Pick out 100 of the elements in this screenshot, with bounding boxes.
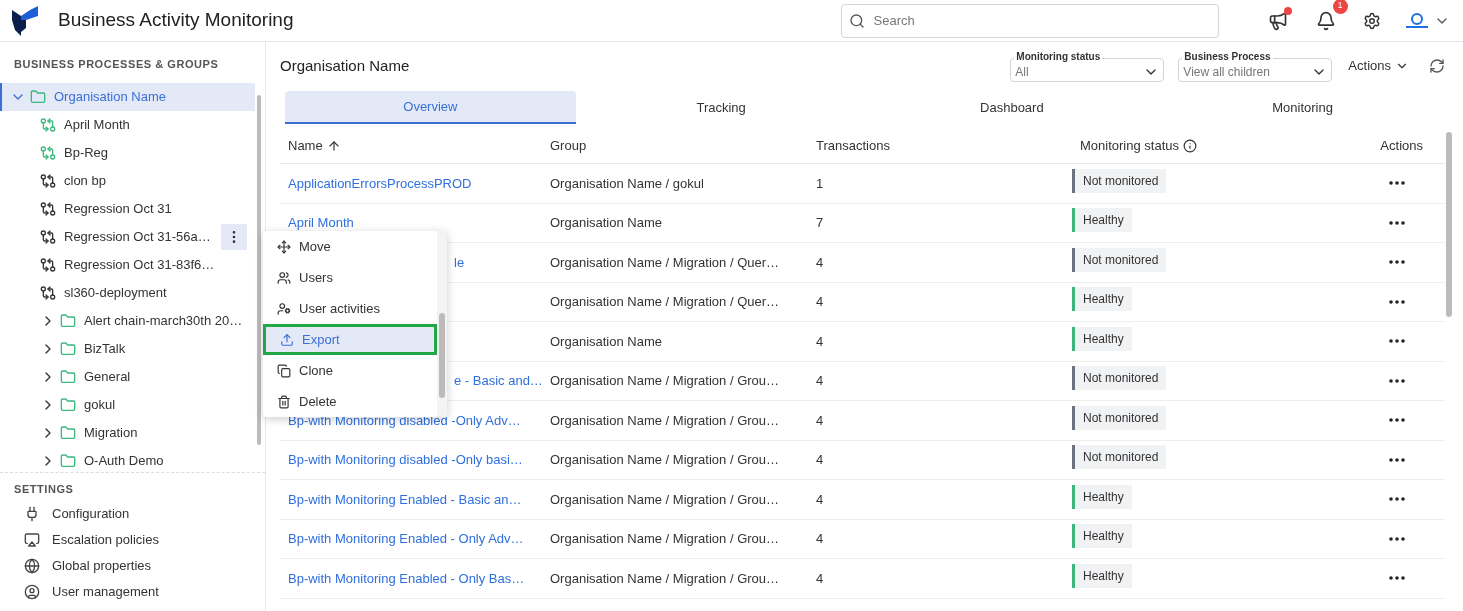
- folder-icon: [60, 312, 76, 329]
- transactions-cell: 4: [816, 491, 824, 507]
- status-badge: Healthy: [1072, 326, 1132, 351]
- tree-item[interactable]: April Month: [64, 114, 247, 135]
- status-badge: Not monitored: [1072, 445, 1167, 469]
- menu-item[interactable]: Move: [263, 231, 437, 262]
- ellipsis-icon: [1389, 339, 1405, 344]
- copy-icon: [277, 363, 291, 378]
- group-cell: Organisation Name / Migration / Grou…: [550, 531, 780, 546]
- tree-item[interactable]: Bp-Reg: [64, 142, 247, 163]
- status-badge: Healthy: [1072, 208, 1132, 232]
- folder-icon: [60, 424, 76, 441]
- refresh-icon: [1429, 58, 1445, 74]
- tree-item[interactable]: Regression Oct 31-83f6…: [64, 254, 247, 275]
- folder-icon: [60, 452, 76, 469]
- tree-item[interactable]: Migration: [0, 418, 255, 447]
- menu-item[interactable]: Export: [263, 324, 437, 355]
- more-button[interactable]: [1389, 536, 1405, 541]
- status-badge: Healthy: [1072, 287, 1132, 311]
- tab[interactable]: Tracking: [575, 91, 867, 124]
- process-link[interactable]: ApplicationErrorsProcessPROD: [288, 175, 472, 191]
- tab[interactable]: Dashboard: [866, 91, 1158, 124]
- transactions-cell: 1: [816, 175, 824, 191]
- notification-badge: 1: [1332, 0, 1348, 14]
- column-header[interactable]: Monitoring status: [1080, 135, 1179, 156]
- tree-item[interactable]: O-Auth Demo: [0, 446, 255, 472]
- settings-item[interactable]: Configuration: [52, 504, 130, 524]
- more-button[interactable]: [1389, 378, 1405, 383]
- more-button[interactable]: [1389, 220, 1405, 225]
- settings-icon: [1362, 11, 1381, 30]
- more-button[interactable]: [1389, 339, 1405, 344]
- column-header[interactable]: Transactions: [816, 135, 890, 156]
- tree-item[interactable]: Regression Oct 31-56a…: [64, 226, 213, 247]
- refresh-button[interactable]: [1429, 58, 1445, 74]
- user-icon: [24, 584, 40, 600]
- transactions-cell: 4: [816, 333, 824, 349]
- more-button[interactable]: [1389, 181, 1405, 186]
- status-badge: Not monitored: [1072, 366, 1167, 390]
- users-icon: [277, 270, 291, 285]
- column-header[interactable]: Name: [288, 135, 323, 156]
- tree-item[interactable]: sl360-deployment: [64, 282, 247, 303]
- megaphone-icon: [1267, 10, 1288, 31]
- more-button[interactable]: [1389, 457, 1405, 462]
- menu-item[interactable]: Users: [263, 262, 437, 293]
- actions-button[interactable]: Actions: [1348, 56, 1409, 76]
- folder-icon: [30, 88, 46, 105]
- menu-item[interactable]: Clone: [263, 355, 437, 386]
- field-label: Monitoring status: [1014, 51, 1103, 63]
- process-link[interactable]: April Month: [288, 215, 354, 230]
- transactions-cell: 4: [816, 412, 824, 428]
- search-field[interactable]: Search: [840, 3, 1219, 38]
- more-button[interactable]: [1389, 299, 1405, 304]
- menu-item[interactable]: User activities: [263, 293, 437, 324]
- transactions-cell: 4: [816, 531, 824, 546]
- transactions-cell: 7: [816, 215, 824, 230]
- menu-item[interactable]: Delete: [263, 386, 437, 417]
- folder-icon: [60, 340, 76, 357]
- column-header[interactable]: Group: [550, 135, 587, 156]
- more-button[interactable]: [1389, 418, 1405, 423]
- tree-item[interactable]: BizTalk: [0, 334, 255, 363]
- app-title: Business Activity Monitoring: [58, 8, 294, 33]
- ellipsis-icon: [1389, 576, 1405, 581]
- ellipsis-icon: [1389, 457, 1405, 462]
- tab[interactable]: Overview: [285, 91, 576, 124]
- process-link[interactable]: e - Basic and…: [454, 373, 543, 388]
- column-header[interactable]: Actions: [1380, 135, 1423, 156]
- tree-item[interactable]: General: [0, 362, 255, 391]
- ellipsis-icon: [1389, 220, 1405, 225]
- status-badge: Not monitored: [1072, 168, 1167, 193]
- sort-icon: [326, 138, 341, 153]
- ellipsis-icon: [1389, 181, 1405, 186]
- move-icon: [277, 239, 291, 254]
- ellipsis-icon: [1389, 418, 1405, 423]
- more-button[interactable]: [1389, 576, 1405, 581]
- scrollbar[interactable]: [437, 231, 447, 417]
- group-cell: Organisation Name / Migration / Quer…: [550, 254, 780, 270]
- tab[interactable]: Monitoring: [1157, 91, 1448, 124]
- status-badge: Healthy: [1072, 524, 1132, 548]
- transactions-cell: 4: [816, 570, 824, 586]
- process-link[interactable]: Bp-with Monitoring Enabled - Basic an…: [288, 491, 522, 507]
- search-icon: [848, 12, 865, 29]
- process-link[interactable]: Bp-with Monitoring disabled -Only basi…: [288, 452, 523, 467]
- group-cell: Organisation Name / Migration / Grou…: [550, 570, 780, 586]
- tree-item[interactable]: clon bp: [64, 170, 247, 191]
- tree-item[interactable]: gokul: [0, 390, 255, 419]
- process-link[interactable]: Bp-with Monitoring Enabled - Only Adv…: [288, 531, 524, 546]
- more-button[interactable]: [1389, 497, 1405, 502]
- settings-item[interactable]: User management: [52, 582, 159, 602]
- tree-item[interactable]: Alert chain-march30th 20…: [0, 306, 255, 335]
- page-title: Organisation Name: [280, 55, 411, 76]
- settings-item[interactable]: Global properties: [52, 556, 151, 576]
- group-cell: Organisation Name / Migration / Grou…: [550, 412, 780, 428]
- tree-item[interactable]: Regression Oct 31: [64, 198, 247, 219]
- process-link[interactable]: Bp-with Monitoring Enabled - Only Bas…: [288, 570, 525, 586]
- tree-item[interactable]: Organisation Name: [0, 82, 255, 111]
- info-icon: [1183, 138, 1197, 153]
- plug-icon: [24, 506, 40, 522]
- more-button[interactable]: [1389, 260, 1405, 265]
- process-link[interactable]: le: [454, 254, 465, 270]
- settings-item[interactable]: Escalation policies: [52, 530, 159, 550]
